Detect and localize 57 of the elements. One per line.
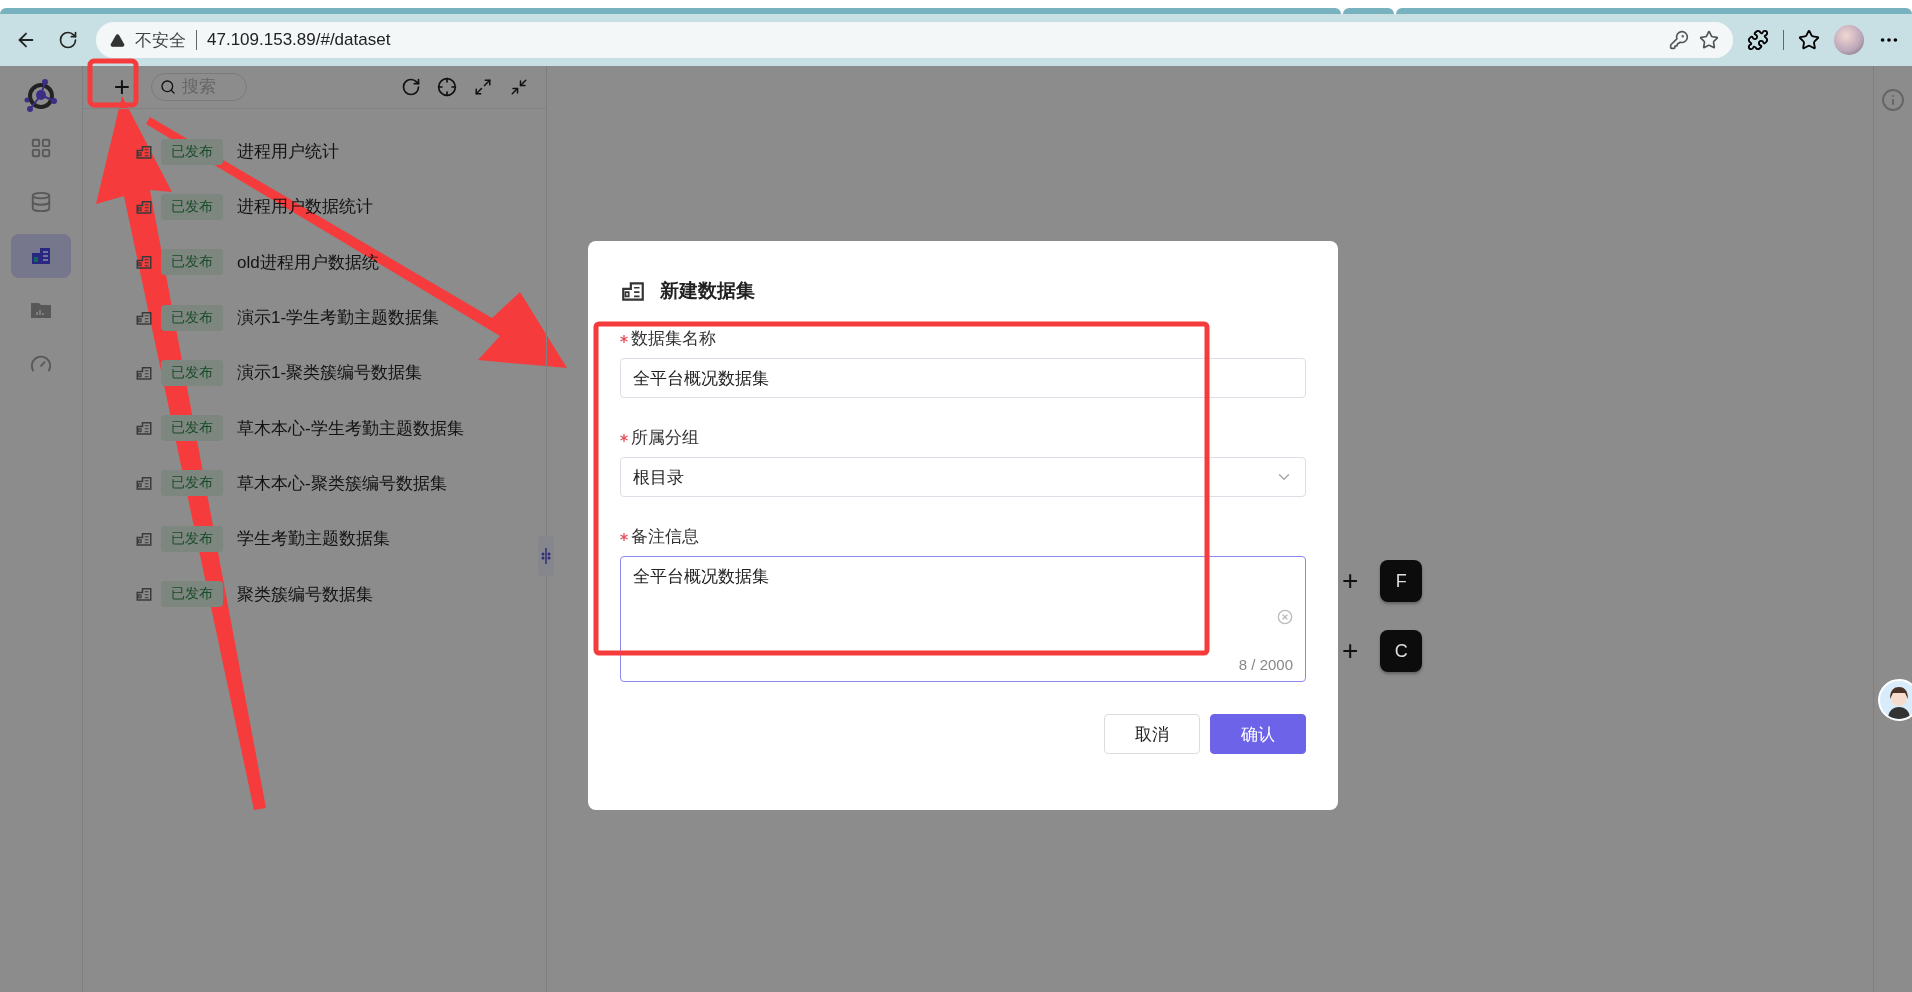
dataset-icon — [135, 419, 153, 438]
node[interactable]: C — [1380, 630, 1423, 672]
favorite-star-icon[interactable] — [1699, 30, 1719, 50]
warning-icon — [110, 32, 125, 48]
dataset-icon — [135, 474, 153, 493]
group-select[interactable]: 根目录 — [620, 457, 1306, 497]
dataset-icon — [135, 585, 153, 603]
field-label: 所属分组 — [631, 427, 699, 449]
extensions-icon[interactable] — [1747, 29, 1769, 51]
tree-item[interactable]: 草木本心-聚类簇编号数据集 — [237, 471, 447, 495]
tree-item[interactable]: 学生考勤主题数据集 — [237, 527, 390, 551]
security-warning[interactable]: 不安全 — [135, 28, 186, 52]
tree-item[interactable]: 聚类簇编号数据集 — [237, 582, 373, 606]
tree-item[interactable]: 进程用户数据统计 — [237, 195, 373, 219]
status-badge: 已发布 — [161, 581, 223, 607]
notes-textarea[interactable]: 全平台概况数据集 8 / 2000 — [620, 556, 1306, 682]
expand-icon[interactable] — [474, 78, 492, 96]
status-badge: 已发布 — [161, 138, 223, 165]
dataset-icon — [135, 253, 153, 272]
status-badge: 已发布 — [161, 525, 223, 552]
status-badge: 已发布 — [161, 359, 223, 386]
tree-item[interactable]: 草木本心-学生考勤主题数据集 — [237, 416, 464, 440]
dialog-title: 新建数据集 — [660, 279, 755, 303]
collapse-icon[interactable] — [510, 78, 528, 96]
status-badge: 已发布 — [161, 193, 223, 220]
database-icon — [30, 191, 52, 213]
confirm-button[interactable]: 确认 — [1210, 714, 1306, 754]
cancel-button[interactable]: 取消 — [1104, 714, 1200, 754]
status-badge: 已发布 — [161, 415, 223, 442]
add-button[interactable]: + — [103, 70, 141, 104]
assistant-avatar[interactable] — [1878, 679, 1912, 721]
name-input[interactable]: 全平台概况数据集 — [620, 358, 1306, 398]
char-counter: 8 / 2000 — [1238, 656, 1293, 673]
sidebar-item[interactable] — [11, 234, 71, 278]
address-bar[interactable]: 不安全 47.109.153.89/#/dataset — [96, 22, 1733, 58]
add-node-button[interactable]: + — [1342, 565, 1359, 597]
crosshair-icon[interactable] — [437, 77, 457, 97]
status-badge: 已发布 — [161, 470, 223, 497]
highlight-frame — [87, 58, 139, 108]
reload-icon[interactable] — [58, 30, 78, 50]
tree-item[interactable]: 演示1-聚类簇编号数据集 — [237, 361, 423, 385]
tree-item[interactable]: 进程用户统计 — [237, 140, 339, 164]
url-text: 47.109.153.89/#/dataset — [207, 30, 391, 50]
node[interactable]: F — [1380, 560, 1423, 602]
refresh-icon[interactable] — [401, 77, 421, 97]
favorites-icon[interactable] — [1798, 29, 1820, 51]
tree-item[interactable]: old进程用户数据统 — [237, 250, 379, 274]
status-badge: 已发布 — [161, 304, 223, 331]
search-icon — [160, 79, 176, 95]
field-label: 备注信息 — [631, 526, 699, 548]
status-badge: 已发布 — [161, 249, 223, 276]
field-label: 数据集名称 — [631, 328, 716, 350]
apps-icon — [30, 137, 52, 159]
drag-handle[interactable] — [538, 536, 554, 576]
add-node-button[interactable]: + — [1342, 635, 1359, 667]
tree-item[interactable]: 演示1-学生考勤主题数据集 — [237, 306, 440, 330]
key-icon[interactable] — [1669, 30, 1689, 50]
